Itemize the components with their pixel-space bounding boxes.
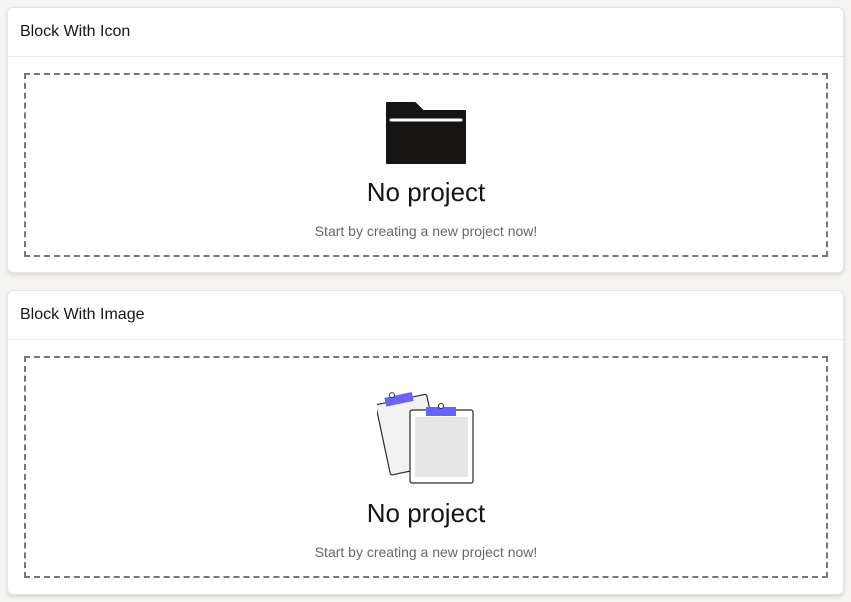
block-with-image-card: Block With Image No project Start by cre… [7,290,844,595]
empty-state-message: Start by creating a new project now! [314,544,538,560]
folder-icon [385,101,467,165]
clipboards-illustration [375,389,475,485]
empty-state: No project Start by creating a new proje… [24,356,828,578]
card-title: Block With Image [8,291,843,340]
empty-state-heading: No project [366,177,486,207]
empty-state: No project Start by creating a new proje… [24,73,828,257]
card-title: Block With Icon [8,8,843,57]
block-with-icon-card: Block With Icon No project Start by crea… [7,7,844,273]
empty-state-heading: No project [366,498,486,528]
empty-state-message: Start by creating a new project now! [314,223,538,239]
